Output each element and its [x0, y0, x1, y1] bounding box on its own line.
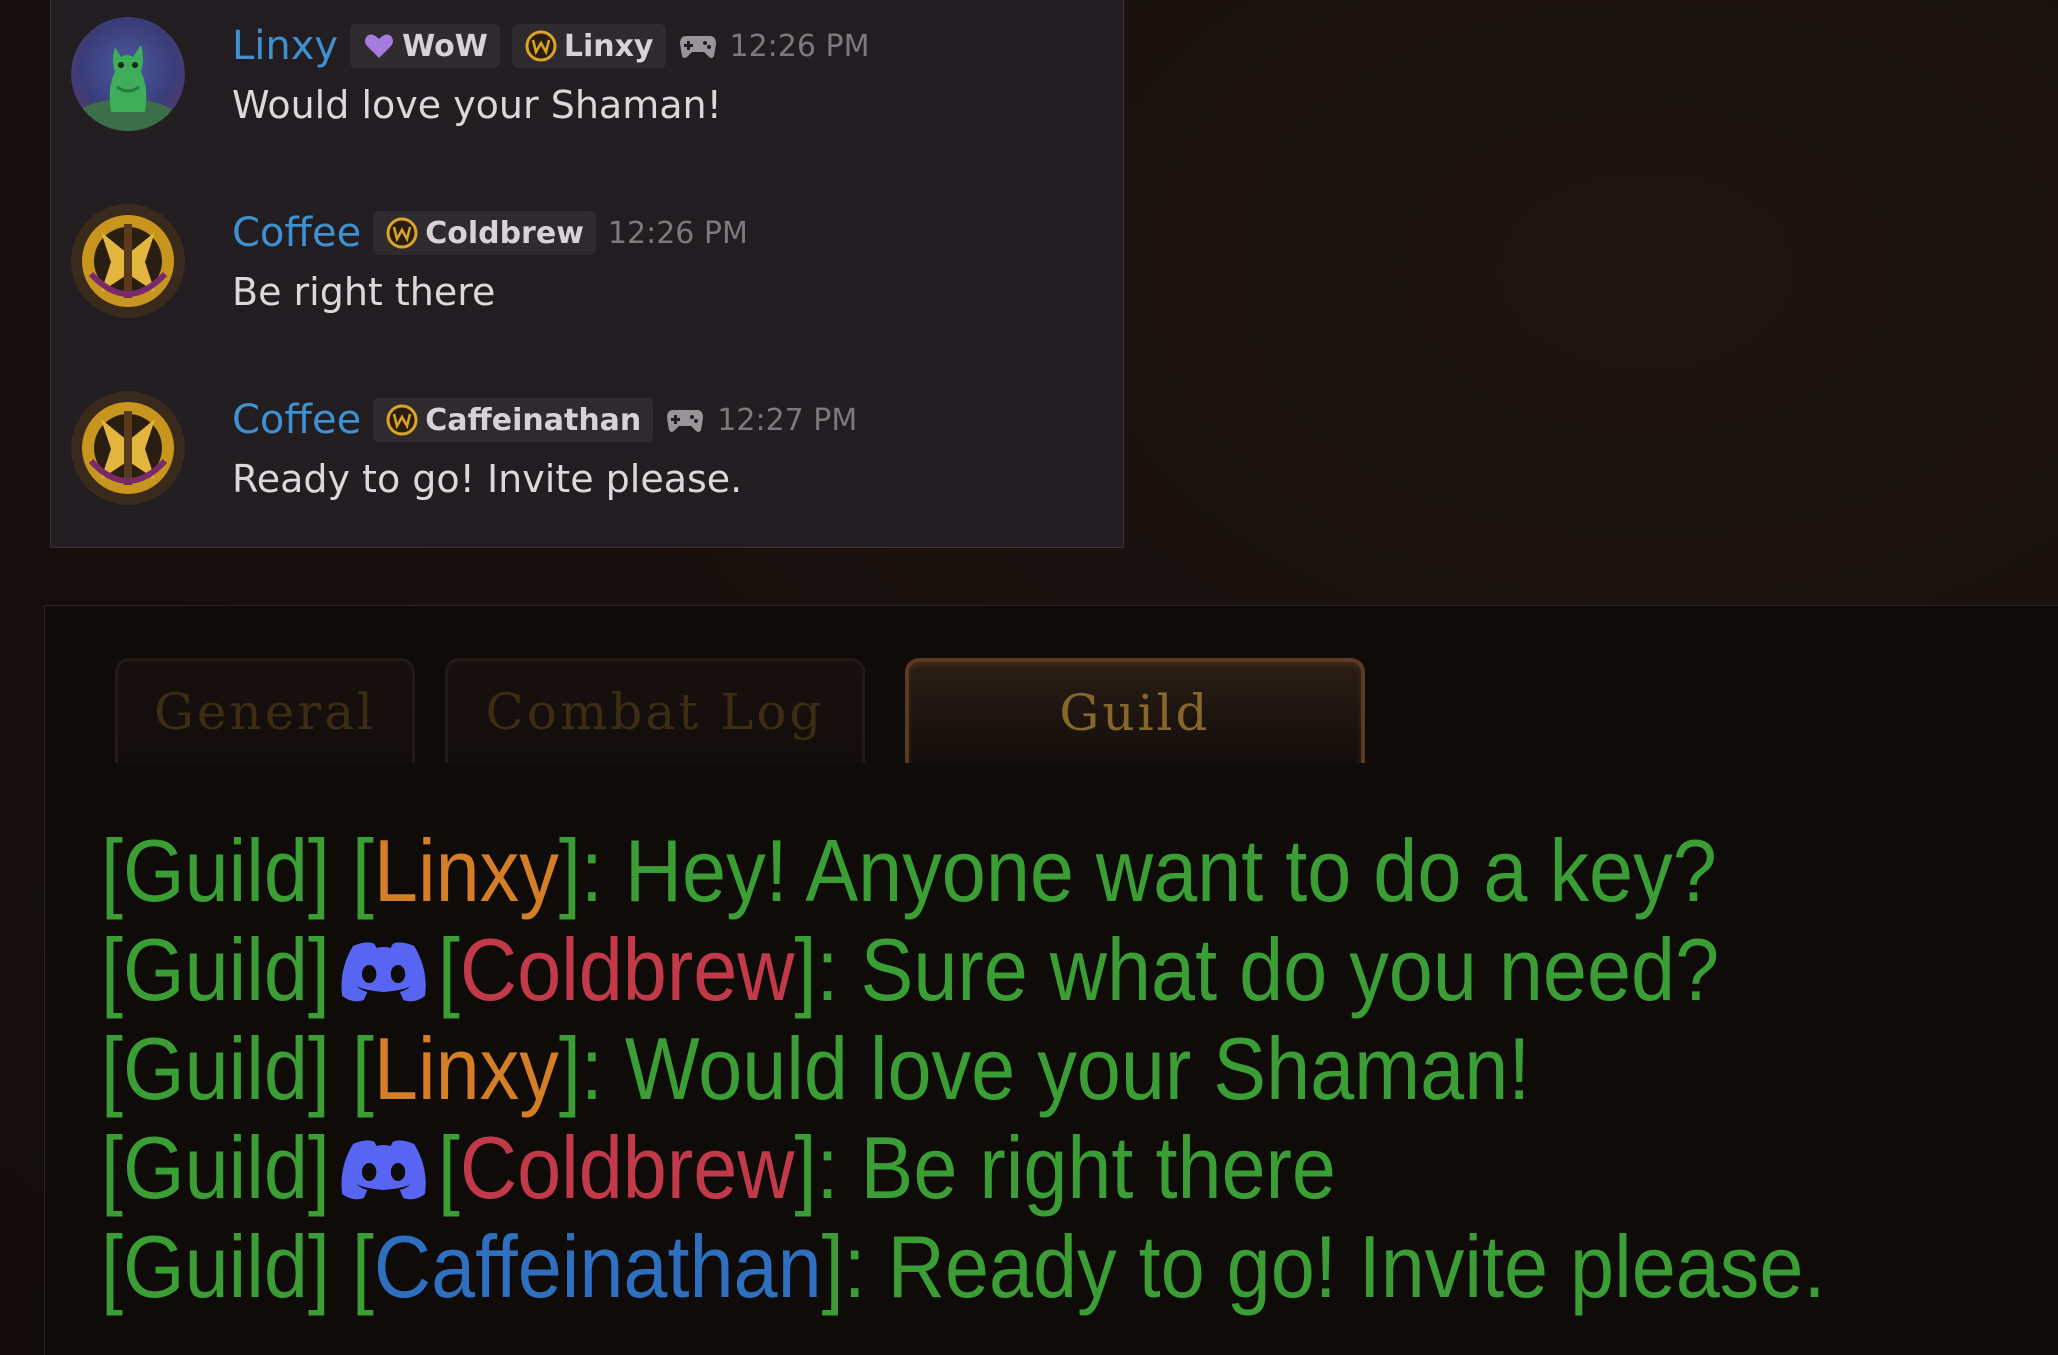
- sender-name[interactable]: Coldbrew: [460, 920, 795, 1019]
- chat-message: : Would love your Shaman!: [580, 1019, 1531, 1118]
- character-tag-label: Linxy: [563, 28, 654, 64]
- chat-line: [Guild] [Linxy]: Would love your Shaman!: [101, 1019, 1825, 1118]
- chat-line: [Guild] [Caffeinathan]: Ready to go! Inv…: [101, 1217, 1825, 1316]
- message-header: Linxy WoW Linxy 12:26 PM: [232, 21, 869, 71]
- message-text: Be right there: [232, 270, 496, 314]
- wow-logo-icon: [385, 216, 419, 250]
- timestamp: 12:26 PM: [729, 28, 870, 64]
- character-tag-label: Caffeinathan: [425, 402, 642, 438]
- sender-open-bracket: [: [351, 1019, 374, 1118]
- sender-close-bracket: ]: [794, 1118, 817, 1217]
- message-header: Coffee Caffeinathan 12:27 PM: [232, 395, 857, 445]
- character-tag[interactable]: Linxy: [511, 24, 666, 68]
- role-tag[interactable]: WoW: [350, 24, 500, 68]
- character-tag[interactable]: Coldbrew: [373, 211, 596, 255]
- chat-line: [Guild] [Coldbrew]: Be right there: [101, 1118, 1825, 1217]
- avatar[interactable]: [71, 204, 185, 318]
- sender-close-bracket: ]: [794, 920, 817, 1019]
- chat-message: : Hey! Anyone want to do a key?: [580, 821, 1717, 920]
- discord-message-panel: Linxy WoW Linxy 12:26 PM Would love your…: [50, 0, 1124, 548]
- wow-logo-icon: [524, 29, 558, 63]
- sender-name[interactable]: Linxy: [374, 821, 559, 920]
- character-tag[interactable]: Caffeinathan: [373, 398, 654, 442]
- avatar[interactable]: [71, 391, 185, 505]
- message-header: Coffee Coldbrew 12:26 PM: [232, 208, 748, 258]
- discord-message: Coffee Caffeinathan 12:27 PM Ready to go…: [51, 391, 1123, 561]
- chat-line: [Guild] [Coldbrew]: Sure what do you need…: [101, 920, 1825, 1019]
- message-text: Ready to go! Invite please.: [232, 457, 743, 501]
- wow-logo-icon: [385, 403, 419, 437]
- discord-logo-icon: [335, 1136, 432, 1202]
- sender-open-bracket: [: [351, 821, 374, 920]
- gamepad-icon: [678, 30, 718, 62]
- chat-log: [Guild] [Linxy]: Hey! Anyone want to do …: [101, 821, 1825, 1316]
- discord-message: Linxy WoW Linxy 12:26 PM Would love your…: [51, 17, 1123, 187]
- sender-close-bracket: ]: [558, 821, 581, 920]
- discord-logo-icon: [335, 938, 432, 1004]
- chat-line: [Guild] [Linxy]: Hey! Anyone want to do …: [101, 821, 1825, 920]
- sender-close-bracket: ]: [558, 1019, 581, 1118]
- sender-open-bracket: [: [437, 1118, 460, 1217]
- username[interactable]: Linxy: [232, 23, 338, 69]
- chat-message: : Ready to go! Invite please.: [843, 1217, 1826, 1316]
- gamepad-icon: [665, 404, 705, 436]
- timestamp: 12:26 PM: [607, 215, 748, 251]
- chat-message: : Be right there: [816, 1118, 1336, 1217]
- sender-name[interactable]: Caffeinathan: [374, 1217, 822, 1316]
- channel-tag[interactable]: [Guild]: [101, 1019, 330, 1118]
- horde-emblem-avatar-icon: [71, 391, 185, 505]
- tab-general[interactable]: General: [115, 658, 415, 763]
- sender-name[interactable]: Coldbrew: [460, 1118, 795, 1217]
- sender-close-bracket: ]: [821, 1217, 844, 1316]
- chat-message: : Sure what do you need?: [816, 920, 1720, 1019]
- channel-tag[interactable]: [Guild]: [101, 1217, 330, 1316]
- character-tag-label: Coldbrew: [425, 215, 584, 251]
- role-tag-label: WoW: [402, 28, 488, 64]
- sender-open-bracket: [: [351, 1217, 374, 1316]
- timestamp: 12:27 PM: [717, 402, 858, 438]
- horde-emblem-avatar-icon: [71, 204, 185, 318]
- tab-guild[interactable]: Guild: [905, 658, 1365, 763]
- purple-heart-icon: [362, 29, 396, 63]
- green-creature-avatar-icon: [71, 17, 185, 131]
- sender-open-bracket: [: [437, 920, 460, 1019]
- message-text: Would love your Shaman!: [232, 83, 722, 127]
- username[interactable]: Coffee: [232, 210, 361, 256]
- avatar[interactable]: [71, 17, 185, 131]
- username[interactable]: Coffee: [232, 397, 361, 443]
- wow-chat-frame: General Combat Log Guild [Guild] [Linxy]…: [44, 605, 2058, 1355]
- tab-combat-log[interactable]: Combat Log: [445, 658, 865, 763]
- discord-message: Coffee Coldbrew 12:26 PM Be right there: [51, 204, 1123, 374]
- channel-tag[interactable]: [Guild]: [101, 1118, 330, 1217]
- channel-tag[interactable]: [Guild]: [101, 920, 330, 1019]
- sender-name[interactable]: Linxy: [374, 1019, 559, 1118]
- channel-tag[interactable]: [Guild]: [101, 821, 330, 920]
